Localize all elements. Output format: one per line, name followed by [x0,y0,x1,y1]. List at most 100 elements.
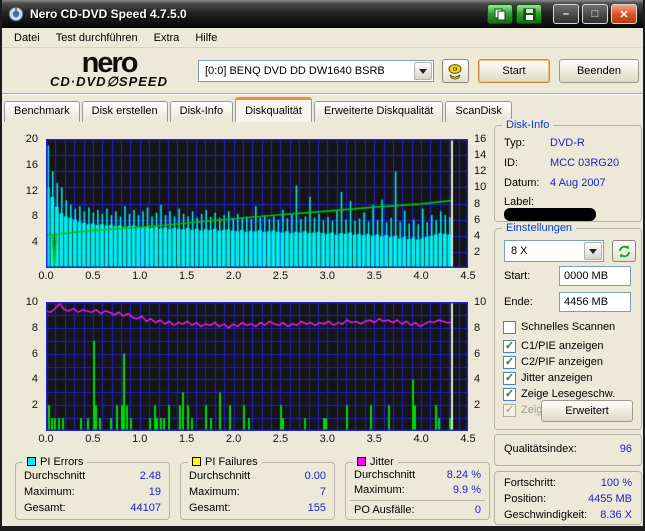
axis-tick-label: 4.0 [413,270,429,282]
axis-tick-label: 0.5 [85,433,101,445]
stat-value: 155 [307,502,326,514]
advanced-button[interactable]: Erweitert [541,400,633,422]
chevron-down-icon [419,68,427,74]
stat-value: 19 [148,486,161,498]
save-report-button[interactable] [516,4,542,24]
pi-failures-stats-title: PI Failures [188,456,262,468]
app-icon [8,6,24,22]
checkbox-c2-pif[interactable]: ✓ C2/PIF anzeigen [503,355,637,369]
start-mb-input[interactable] [559,266,631,286]
disk-type-value: DVD-R [550,137,585,149]
stat-value: 7 [319,486,326,498]
disk-info-label: Label: [504,196,534,208]
axis-tick-label: 2.0 [225,270,242,282]
pif-jitter-chart [46,302,468,431]
copy-report-button[interactable] [487,4,513,24]
quality-index-panel: Qualitätsindex: 96 [494,434,642,466]
tab-erweiterte-diskqualitaet[interactable]: Erweiterte Diskqualität [313,101,444,122]
axis-tick-label: 3.0 [319,270,335,282]
menu-bar: Datei Test durchführen Extra Hilfe [2,28,643,48]
copy-icon [494,8,505,20]
stat-label: Durchschnitt [189,470,251,482]
checkbox-zeige-lesegeschw[interactable]: ✓ Zeige Lesegeschw. [503,387,637,401]
pi-errors-left-axis: 20 16 12 8 4 [4,133,42,268]
axis-tick-label: 3.5 [366,270,382,282]
tab-disk-info[interactable]: Disk-Info [169,101,234,122]
tab-benchmark[interactable]: Benchmark [4,101,80,122]
cdvd-speed-logo-text: CD·DVD∅SPEED [50,74,168,89]
pi-errors-stats-title: PI Errors [23,456,88,468]
quality-index-value: 96 [619,443,632,455]
axis-tick-label: 1.0 [132,433,148,445]
axis-tick-label: 4 [31,373,38,386]
start-button[interactable]: Start [478,59,550,83]
stat-value: 44107 [130,502,161,514]
checkbox-label: C1/PIE anzeigen [521,340,604,352]
close-button[interactable]: ✕ [611,4,637,24]
disk-date-value: 4 Aug 2007 [550,177,606,189]
checkbox-c1-pie[interactable]: ✓ C1/PIE anzeigen [503,339,637,353]
axis-tick-label: 16 [25,158,38,171]
checkbox-box: ✓ [503,387,516,401]
stat-value: 8.24 % [446,469,481,481]
stat-value: 2.48 [139,470,161,482]
checkbox-schnelles-scannen[interactable]: Schnelles Scannen [503,320,637,334]
axis-tick-label: 0.0 [38,270,54,282]
eject-disc-button[interactable] [442,59,469,83]
po-failures-value: 0 [474,504,481,516]
axis-tick-label: 8 [31,321,38,334]
axis-tick-label: 2 [31,399,38,412]
axis-tick-label: 6 [31,347,38,360]
axis-tick-label: 3.0 [319,433,335,445]
pi-errors-legend-swatch [27,457,36,466]
axis-tick-label: 4.5 [460,433,476,445]
axis-tick-label: 20 [25,133,38,145]
speed-value: 8.36 X [600,509,632,521]
disk-id-value: MCC 03RG20 [550,157,620,169]
checkbox-label: Zeige Lesegeschw. [521,388,616,400]
speed-select-value: 8 X [511,245,528,257]
quality-index-label: Qualitätsindex: [504,443,577,455]
drive-select-arrow[interactable] [414,62,432,80]
checkbox-label: C2/PIF anzeigen [521,356,603,368]
speed-label: Geschwindigkeit: [504,509,588,521]
menu-extra[interactable]: Extra [146,30,188,46]
start-mb-label: Start: [504,270,531,282]
stat-value: 0.00 [304,470,326,482]
checkbox-jitter[interactable]: ✓ Jitter anzeigen [503,371,637,385]
checkbox-box: ✓ [503,403,516,417]
drive-select[interactable]: [0:0] BENQ DVD DD DW1640 BSRB [198,60,434,82]
jitter-legend-swatch [357,457,366,466]
end-mb-input[interactable] [559,292,631,312]
disk-info-label: Datum: [504,177,540,189]
axis-tick-label: 2.5 [272,433,289,445]
stat-value: 9.9 % [452,484,481,496]
menu-test-durchfuehren[interactable]: Test durchführen [48,30,146,46]
stat-label: Maximum: [24,486,75,498]
app-window: Nero CD-DVD Speed 4.7.5.0 – □ ✕ Datei Te… [0,0,645,531]
progress-value: 100 % [600,477,632,489]
axis-tick-label: 1.5 [179,270,195,282]
end-mb-label: Ende: [504,296,533,308]
disk-info-label: Typ: [504,137,525,149]
speed-select[interactable]: 8 X [504,240,604,262]
axis-tick-label: 4 [31,236,38,249]
tab-diskqualitaet[interactable]: Diskqualität [235,97,312,122]
nero-logo-text: nero [81,47,139,79]
axis-tick-label: 0.0 [38,433,54,445]
speed-select-arrow[interactable] [584,242,602,260]
quit-button[interactable]: Beenden [559,59,639,83]
menu-hilfe[interactable]: Hilfe [187,30,225,46]
maximize-button[interactable]: □ [582,4,608,24]
refresh-button[interactable] [612,240,636,262]
nero-logo: nero CD·DVD∅SPEED [24,47,194,89]
tab-disk-erstellen[interactable]: Disk erstellen [81,101,168,122]
stat-label: Maximum: [189,486,240,498]
settings-panel: Einstellungen 8 X Start: Ende: Schnelles… [494,222,642,430]
menu-datei[interactable]: Datei [6,30,48,46]
axis-tick-label: 1.5 [179,433,195,445]
position-label: Position: [504,493,547,505]
axis-tick-label: 4.0 [413,433,429,445]
eject-disc-icon [448,63,462,79]
minimize-button[interactable]: – [553,4,579,24]
